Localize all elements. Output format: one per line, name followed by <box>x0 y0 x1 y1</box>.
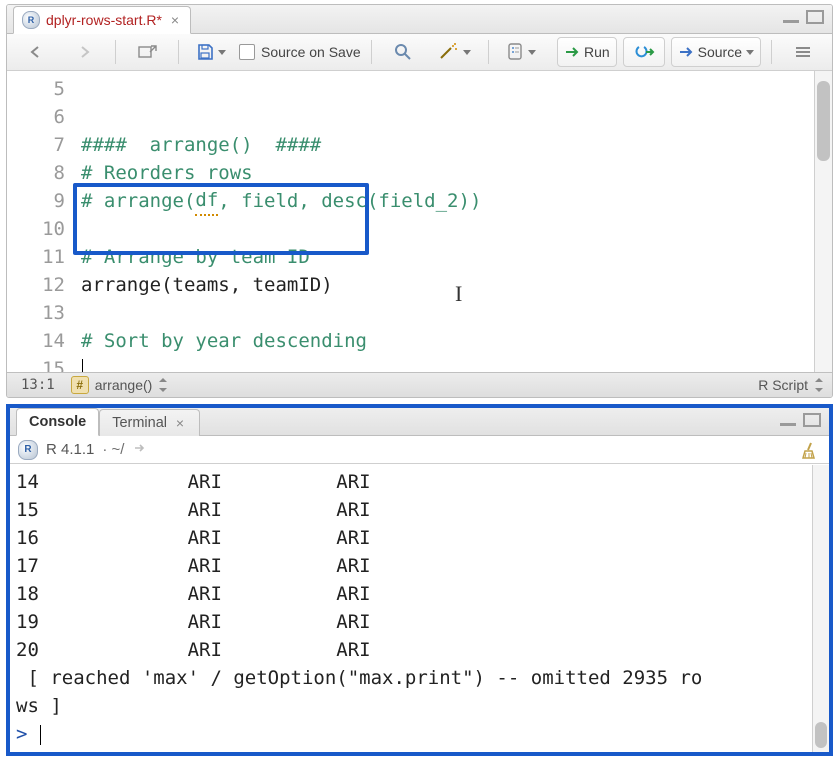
console-pane-controls <box>779 413 821 427</box>
r-file-icon: R <box>22 11 40 29</box>
maximize-pane-icon[interactable] <box>803 413 821 427</box>
code-content[interactable]: #### arrange() ##### Reorders rows# arra… <box>75 71 814 372</box>
code-editor[interactable]: 56789101112131415 #### arrange() ##### R… <box>7 71 832 372</box>
find-button[interactable] <box>382 37 424 67</box>
console-row: ws ] <box>16 692 823 720</box>
working-dir-hint: · ~/ <box>102 441 124 458</box>
console-row: 18 ARI ARI <box>16 580 823 608</box>
scroll-thumb[interactable] <box>817 81 830 161</box>
source-button[interactable]: Source <box>671 37 761 67</box>
cursor-position: 13:1 <box>15 376 61 394</box>
console-scrollbar[interactable] <box>812 465 829 752</box>
close-tab-icon[interactable]: × <box>168 13 182 27</box>
code-line[interactable] <box>75 215 814 243</box>
editor-tab-strip: R dplyr-rows-start.R* × <box>7 5 832 34</box>
code-line[interactable]: arrange(teams, teamID) <box>75 271 814 299</box>
editor-toolbar: Source on Save <box>7 34 832 71</box>
minimize-pane-icon[interactable] <box>782 10 800 24</box>
tab-console-label: Console <box>29 414 86 430</box>
code-line[interactable]: # Sort by year descending <box>75 327 814 355</box>
console-row: [ reached 'max' / getOption("max.print")… <box>16 664 823 692</box>
console-row: 17 ARI ARI <box>16 552 823 580</box>
console-row: 20 ARI ARI <box>16 636 823 664</box>
source-on-save-checkbox[interactable] <box>239 44 255 60</box>
code-line[interactable]: #### arrange() #### <box>75 131 814 159</box>
file-type-label: R Script <box>758 377 808 393</box>
console-row: 14 ARI ARI <box>16 468 823 496</box>
console-row: 15 ARI ARI <box>16 496 823 524</box>
console-output[interactable]: 14 ARI ARI15 ARI ARI16 ARI ARI17 ARI ARI… <box>10 464 829 752</box>
save-button[interactable] <box>189 37 233 67</box>
run-button[interactable]: Run <box>557 37 617 67</box>
maximize-pane-icon[interactable] <box>806 10 824 24</box>
code-line[interactable] <box>75 355 814 372</box>
file-tab[interactable]: R dplyr-rows-start.R* × <box>13 6 191 34</box>
tab-terminal-label: Terminal <box>112 415 167 431</box>
file-tab-name: dplyr-rows-start.R* <box>46 12 162 28</box>
chevron-down-icon <box>463 50 471 55</box>
chevron-down-icon <box>218 50 226 55</box>
tab-console[interactable]: Console <box>16 408 99 436</box>
toolbar-separator <box>488 40 489 64</box>
sort-arrows-icon <box>814 378 824 392</box>
wand-button[interactable] <box>430 37 478 67</box>
console-prompt[interactable]: > <box>16 720 823 748</box>
console-pane: Console Terminal × R R 4.1.1 · ~/ <box>6 404 833 756</box>
console-info-bar: R R 4.1.1 · ~/ <box>10 436 829 464</box>
tab-terminal[interactable]: Terminal × <box>99 409 200 436</box>
text-caret <box>40 725 41 745</box>
scroll-thumb[interactable] <box>815 722 827 748</box>
back-button[interactable] <box>15 37 57 67</box>
toolbar-separator <box>115 40 116 64</box>
editor-pane: R dplyr-rows-start.R* × <box>6 4 833 398</box>
toolbar-separator <box>178 40 179 64</box>
sort-arrows-icon <box>158 378 168 392</box>
toolbar-separator <box>771 40 772 64</box>
code-line[interactable]: # Arrange by team ID <box>75 243 814 271</box>
source-button-label: Source <box>698 44 742 60</box>
chevron-down-icon <box>528 50 536 55</box>
section-hash-icon: # <box>71 376 89 394</box>
code-line[interactable]: # Reorders rows <box>75 159 814 187</box>
forward-button[interactable] <box>63 37 105 67</box>
pane-controls <box>782 10 824 24</box>
source-arrow-icon <box>678 45 694 59</box>
console-tab-strip: Console Terminal × <box>10 408 829 436</box>
console-row: 19 ARI ARI <box>16 608 823 636</box>
minimize-pane-icon[interactable] <box>779 413 797 427</box>
outline-button[interactable] <box>782 37 824 67</box>
r-logo-icon: R <box>18 440 38 460</box>
section-navigator[interactable]: # arrange() <box>71 376 169 394</box>
r-version-label: R 4.1.1 <box>46 441 94 458</box>
clear-console-icon[interactable] <box>799 440 819 460</box>
close-tab-icon[interactable]: × <box>173 416 187 430</box>
mouse-ibeam-cursor: I <box>455 283 462 305</box>
text-caret <box>82 359 83 372</box>
editor-scrollbar[interactable] <box>814 71 832 372</box>
source-on-save-label: Source on Save <box>261 44 361 60</box>
file-type-selector[interactable]: R Script <box>758 377 824 393</box>
console-row: 16 ARI ARI <box>16 524 823 552</box>
code-line[interactable] <box>75 299 814 327</box>
popout-source-button[interactable] <box>126 37 168 67</box>
editor-status-bar: 13:1 # arrange() R Script <box>7 372 832 397</box>
line-gutter: 56789101112131415 <box>7 71 75 372</box>
toolbar-separator <box>371 40 372 64</box>
report-button[interactable] <box>499 37 543 67</box>
go-to-dir-icon[interactable] <box>132 441 148 459</box>
code-line[interactable]: # arrange(df, field, desc(field_2)) <box>75 187 814 215</box>
run-button-label: Run <box>584 44 610 60</box>
section-label: arrange() <box>95 377 153 393</box>
rerun-button[interactable] <box>623 37 665 67</box>
run-arrow-icon <box>564 45 580 59</box>
chevron-down-icon <box>746 50 754 55</box>
